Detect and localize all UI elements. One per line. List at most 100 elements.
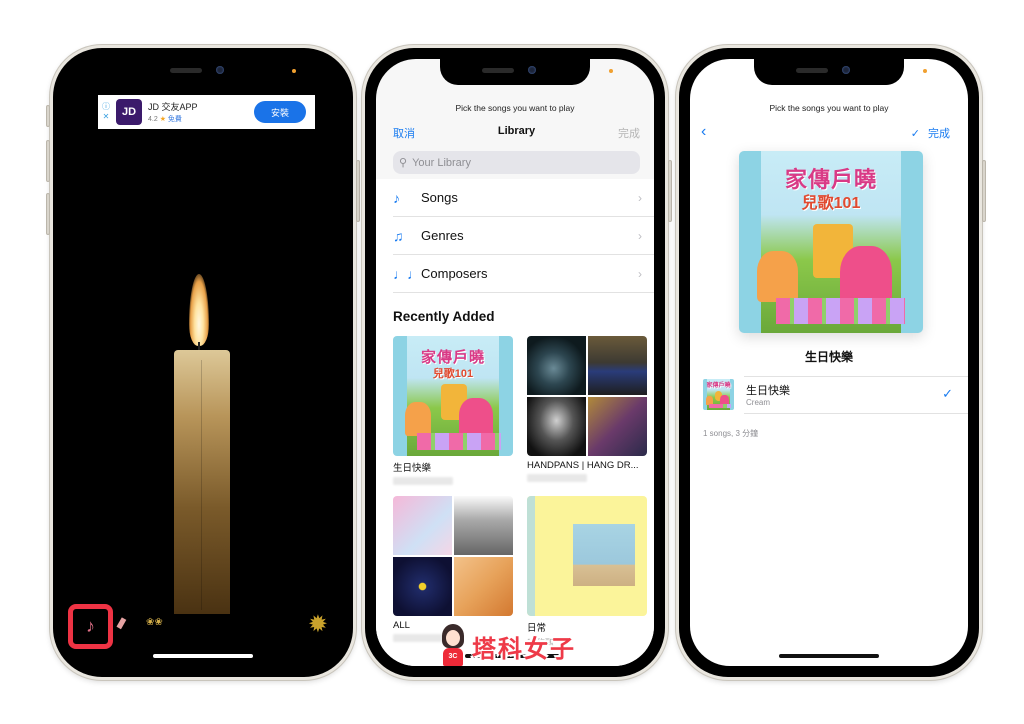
- mascot-badge: 3C: [443, 648, 463, 666]
- song-row[interactable]: 家傳戶曉 生日快樂 Cream ✓: [703, 376, 968, 414]
- library-item-label: Songs: [421, 190, 458, 205]
- song-artist: Cream: [746, 398, 771, 407]
- ad-choices[interactable]: ⓘ ✕: [100, 102, 112, 122]
- album-detail-screen: Pick the songs you want to play ‹ ✓ 完成 家傳…: [690, 59, 968, 666]
- cancel-button[interactable]: 取消: [393, 125, 415, 141]
- notch: [440, 59, 590, 85]
- album-card[interactable]: HANDPANS | HANG DR...: [527, 336, 647, 482]
- recently-added-heading: Recently Added: [393, 309, 495, 324]
- album-artwork: [527, 496, 647, 616]
- nav-bar: Library 取消 完成: [393, 125, 640, 141]
- ad-title: JD 交友APP: [148, 102, 198, 112]
- watermark: 3C 塔科女子: [438, 622, 576, 670]
- candle: [172, 274, 232, 614]
- speaker: [170, 68, 202, 73]
- divider: [744, 376, 968, 377]
- side-button-power: [356, 160, 360, 222]
- artwork-subtitle: 兒歌101: [432, 367, 474, 380]
- album-artwork-large: 家傳戶曉 兒歌101: [739, 151, 923, 333]
- ad-text: JD 交友APP 4.2 ★ 免費: [148, 100, 254, 124]
- album-artist-blurred: [393, 477, 453, 485]
- selected-checkmark-icon[interactable]: ✓: [942, 386, 953, 402]
- mascot-icon: 3C: [438, 622, 468, 670]
- library-item-label: Composers: [421, 266, 488, 281]
- library-item-label: Genres: [421, 228, 464, 243]
- song-title: 生日快樂: [746, 385, 790, 397]
- bells-icon[interactable]: ❀❀: [146, 617, 163, 628]
- phone-album-detail: Pick the songs you want to play ‹ ✓ 完成 家傳…: [676, 45, 986, 680]
- nav-bar: ‹ ✓ 完成: [701, 123, 950, 141]
- speaker: [796, 68, 828, 73]
- side-button-volume-up: [46, 140, 50, 182]
- music-note-icon: ♪: [86, 616, 95, 636]
- side-button-volume-down: [46, 193, 50, 235]
- composers-icon: ♩♩: [393, 265, 421, 282]
- album-title: 生日快樂: [804, 350, 853, 364]
- phone-library-picker: Pick the songs you want to play Library …: [362, 45, 672, 680]
- star-icon: ★: [159, 116, 166, 123]
- flashlight-icon[interactable]: ▮: [114, 613, 130, 632]
- library-item-genres[interactable]: ♫ Genres ›: [393, 217, 654, 255]
- mic-indicator-dot: [609, 69, 613, 73]
- gear-icon[interactable]: ✹: [308, 610, 328, 639]
- artwork-title: 家傳戶曉: [420, 348, 485, 366]
- album-title: 生日快樂: [393, 463, 432, 474]
- home-indicator[interactable]: [779, 654, 879, 658]
- divider: [744, 413, 968, 414]
- album-title: HANDPANS | HANG DR...: [527, 460, 639, 471]
- notch: [754, 59, 904, 85]
- front-camera: [216, 66, 224, 74]
- album-summary: 1 songs, 3 分鐘: [703, 429, 759, 438]
- chevron-right-icon: ›: [638, 228, 642, 243]
- watermark-text: 塔科女子: [472, 635, 576, 663]
- search-icon: ⚲: [399, 157, 408, 169]
- song-thumbnail: 家傳戶曉: [703, 379, 734, 410]
- chevron-right-icon: ›: [638, 266, 642, 281]
- close-icon[interactable]: ✕: [103, 112, 110, 122]
- search-placeholder: Your Library: [412, 156, 471, 169]
- chevron-right-icon: ›: [638, 190, 642, 205]
- done-button[interactable]: ✓ 完成: [911, 125, 950, 141]
- done-label: 完成: [928, 128, 950, 140]
- album-artwork: [527, 336, 647, 456]
- music-button[interactable]: ♪: [68, 604, 113, 649]
- library-list: ♪ Songs › ♫ Genres › ♩♩ Composers › Rece…: [376, 179, 654, 666]
- candle-flame: [189, 274, 209, 346]
- album-card[interactable]: ALL: [393, 496, 513, 642]
- mic-indicator-dot: [292, 69, 296, 73]
- ad-price: 免費: [167, 116, 182, 123]
- picker-prompt: Pick the songs you want to play: [769, 103, 889, 113]
- album-card[interactable]: 家傳戶曉 兒歌101 生日快樂: [393, 336, 513, 485]
- front-camera: [842, 66, 850, 74]
- side-button-power: [668, 160, 672, 222]
- side-button-power: [982, 160, 986, 222]
- sensor-area: [128, 59, 278, 85]
- ad-install-button[interactable]: 安裝: [254, 101, 306, 123]
- genres-icon: ♫: [393, 227, 404, 244]
- done-button[interactable]: 完成: [618, 125, 640, 141]
- ad-rating: 4.2: [148, 116, 158, 123]
- candle-toolbar: ♪ ▮ ❀❀ ✹: [64, 602, 342, 652]
- library-search-input[interactable]: ⚲ Your Library: [393, 151, 640, 174]
- library-item-composers[interactable]: ♩♩ Composers ›: [393, 255, 654, 293]
- picker-prompt: Pick the songs you want to play: [455, 103, 575, 113]
- library-item-songs[interactable]: ♪ Songs ›: [393, 179, 654, 217]
- album-artist-blurred: [527, 474, 587, 482]
- info-icon[interactable]: ⓘ: [102, 102, 110, 112]
- ad-meta: 4.2 ★ 免費: [148, 114, 254, 124]
- side-button-silent: [46, 105, 50, 127]
- thumbnail-title: 家傳戶曉: [706, 383, 731, 390]
- music-note-icon: ♪: [393, 189, 400, 206]
- mic-indicator-dot: [923, 69, 927, 73]
- library-screen: Pick the songs you want to play Library …: [376, 59, 654, 666]
- ad-app-logo: JD: [116, 99, 142, 125]
- phone-candle-app: ⓘ ✕ JD JD 交友APP 4.2 ★ 免費 安裝 ♪ ▮ ❀❀ ✹: [46, 45, 360, 680]
- back-chevron-icon[interactable]: ‹: [701, 123, 706, 141]
- artwork-subtitle: 兒歌101: [801, 195, 861, 213]
- home-indicator[interactable]: [153, 654, 253, 658]
- checkmark-icon: ✓: [910, 128, 920, 140]
- speaker: [482, 68, 514, 73]
- album-artwork: [393, 496, 513, 616]
- front-camera: [528, 66, 536, 74]
- ad-banner[interactable]: ⓘ ✕ JD JD 交友APP 4.2 ★ 免費 安裝: [98, 95, 315, 129]
